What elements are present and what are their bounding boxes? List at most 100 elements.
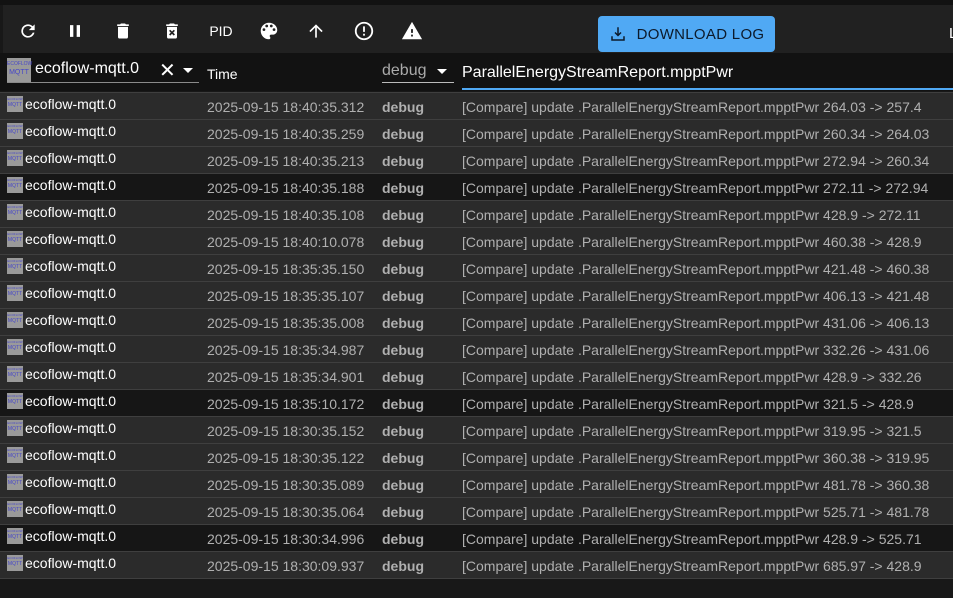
log-time: 2025-09-15 18:40:35.108 xyxy=(207,207,365,223)
log-level: debug xyxy=(382,261,424,277)
pause-button[interactable] xyxy=(63,19,87,43)
ecoflow-logo: ECOFLOW MQTT xyxy=(7,447,23,463)
log-message: [Compare] update .ParallelEnergyStreamRe… xyxy=(462,288,930,304)
log-level: debug xyxy=(382,207,424,223)
level-value: debug xyxy=(382,62,427,79)
scroll-up-button[interactable] xyxy=(304,19,328,43)
delete-button[interactable] xyxy=(111,19,135,43)
error-icon xyxy=(354,21,374,41)
log-level: debug xyxy=(382,288,424,304)
log-time: 2025-09-15 18:30:34.996 xyxy=(207,531,365,547)
log-source: ecoflow-mqtt.0 xyxy=(25,393,117,409)
log-message: [Compare] update .ParallelEnergyStreamRe… xyxy=(462,207,921,223)
log-source: ecoflow-mqtt.0 xyxy=(25,123,117,139)
log-level: debug xyxy=(382,369,424,385)
refresh-button[interactable] xyxy=(16,19,40,43)
ecoflow-logo: ECOFLOW MQTT xyxy=(7,555,23,571)
log-message: [Compare] update .ParallelEnergyStreamRe… xyxy=(462,153,930,169)
ecoflow-logo: ECOFLOW MQTT xyxy=(7,312,23,328)
ecoflow-logo: ECOFLOW MQTT xyxy=(7,150,23,166)
log-level: debug xyxy=(382,558,424,574)
log-level: debug xyxy=(382,531,424,547)
log-source: ecoflow-mqtt.0 xyxy=(25,258,117,274)
log-row[interactable]: ECOFLOW MQTT ecoflow-mqtt.0 2025-09-15 18… xyxy=(0,254,953,281)
download-icon xyxy=(610,27,625,41)
log-row[interactable]: ECOFLOW MQTT ecoflow-mqtt.0 2025-09-15 18… xyxy=(0,308,953,335)
log-source: ecoflow-mqtt.0 xyxy=(25,150,117,166)
log-row[interactable]: ECOFLOW MQTT ecoflow-mqtt.0 2025-09-15 18… xyxy=(0,443,953,470)
clear-source-icon[interactable]: ✕ xyxy=(159,58,176,83)
log-message: [Compare] update .ParallelEnergyStreamRe… xyxy=(462,531,922,547)
error-filter-button[interactable] xyxy=(352,19,376,43)
ecoflow-logo: ECOFLOW MQTT xyxy=(7,528,23,544)
log-row[interactable]: ECOFLOW MQTT ecoflow-mqtt.0 2025-09-15 18… xyxy=(0,92,953,119)
log-time: 2025-09-15 18:40:35.312 xyxy=(207,99,365,115)
log-row[interactable]: ECOFLOW MQTT ecoflow-mqtt.0 2025-09-15 18… xyxy=(0,281,953,308)
log-source: ecoflow-mqtt.0 xyxy=(25,474,117,490)
ecoflow-logo: ECOFLOW MQTT xyxy=(7,96,23,112)
source-value: ecoflow-mqtt.0 xyxy=(35,60,140,77)
log-row[interactable]: ECOFLOW MQTT ecoflow-mqtt.0 2025-09-15 18… xyxy=(0,524,953,551)
log-row[interactable]: ECOFLOW MQTT ecoflow-mqtt.0 2025-09-15 18… xyxy=(0,470,953,497)
log-row[interactable]: ECOFLOW MQTT ecoflow-mqtt.0 2025-09-15 18… xyxy=(0,362,953,389)
log-message: [Compare] update .ParallelEnergyStreamRe… xyxy=(462,99,922,115)
pause-icon xyxy=(70,25,80,37)
log-message: [Compare] update .ParallelEnergyStreamRe… xyxy=(462,396,914,412)
log-level: debug xyxy=(382,99,424,115)
download-log-button[interactable]: DOWNLOAD LOG xyxy=(598,16,775,52)
log-source: ecoflow-mqtt.0 xyxy=(25,420,117,436)
log-row[interactable]: ECOFLOW MQTT ecoflow-mqtt.0 2025-09-15 18… xyxy=(0,335,953,362)
log-level: debug xyxy=(382,153,424,169)
ecoflow-logo: ECOFLOW MQTT xyxy=(7,366,23,382)
log-message: [Compare] update .ParallelEnergyStreamRe… xyxy=(462,342,930,358)
palette-button[interactable] xyxy=(257,19,281,43)
log-time: 2025-09-15 18:30:35.122 xyxy=(207,450,365,466)
log-level: debug xyxy=(382,504,424,520)
warning-filter-button[interactable] xyxy=(400,19,424,43)
log-row[interactable]: ECOFLOW MQTT ecoflow-mqtt.0 2025-09-15 18… xyxy=(0,416,953,443)
log-row[interactable]: ECOFLOW MQTT ecoflow-mqtt.0 2025-09-15 18… xyxy=(0,146,953,173)
log-message: [Compare] update .ParallelEnergyStreamRe… xyxy=(462,126,930,142)
log-time: 2025-09-15 18:30:35.089 xyxy=(207,477,365,493)
log-level: debug xyxy=(382,450,424,466)
log-level: debug xyxy=(382,234,424,250)
log-message: [Compare] update .ParallelEnergyStreamRe… xyxy=(462,234,922,250)
delete-icon xyxy=(117,23,129,39)
chevron-down-icon[interactable] xyxy=(183,68,193,73)
log-message: [Compare] update .ParallelEnergyStreamRe… xyxy=(462,261,930,277)
log-level: debug xyxy=(382,126,424,142)
log-source: ecoflow-mqtt.0 xyxy=(25,528,117,544)
log-source: ecoflow-mqtt.0 xyxy=(25,339,117,355)
log-row[interactable]: ECOFLOW MQTT ecoflow-mqtt.0 2025-09-15 18… xyxy=(0,200,953,227)
pid-label: PID xyxy=(209,23,233,39)
message-filter-input[interactable]: ParallelEnergyStreamReport.mpptPwr xyxy=(462,57,953,90)
chevron-down-icon xyxy=(437,69,447,74)
ecoflow-logo: ECOFLOW MQTT xyxy=(7,231,23,247)
log-source: ecoflow-mqtt.0 xyxy=(25,501,117,517)
source-select[interactable]: ECOFLOW MQTT ecoflow-mqtt.0 ✕ xyxy=(7,58,199,83)
log-time: 2025-09-15 18:30:35.152 xyxy=(207,423,365,439)
log-source: ecoflow-mqtt.0 xyxy=(25,204,117,220)
log-time: 2025-09-15 18:30:09.937 xyxy=(207,558,365,574)
log-message: [Compare] update .ParallelEnergyStreamRe… xyxy=(462,315,930,331)
ecoflow-logo: ECOFLOW MQTT xyxy=(7,58,32,82)
log-row[interactable]: ECOFLOW MQTT ecoflow-mqtt.0 2025-09-15 18… xyxy=(0,173,953,200)
log-time: 2025-09-15 18:40:35.213 xyxy=(207,153,365,169)
log-source: ecoflow-mqtt.0 xyxy=(25,447,117,463)
ecoflow-logo: ECOFLOW MQTT xyxy=(7,177,23,193)
arrow-up-icon xyxy=(309,24,323,38)
log-row[interactable]: ECOFLOW MQTT ecoflow-mqtt.0 2025-09-15 18… xyxy=(0,551,953,578)
ecoflow-logo: ECOFLOW MQTT xyxy=(7,258,23,274)
level-select[interactable]: debug xyxy=(382,58,454,83)
log-time: 2025-09-15 18:40:10.078 xyxy=(207,234,365,250)
pid-button[interactable]: PID xyxy=(206,19,236,43)
log-message: [Compare] update .ParallelEnergyStreamRe… xyxy=(462,423,922,439)
log-row[interactable]: ECOFLOW MQTT ecoflow-mqtt.0 2025-09-15 18… xyxy=(0,227,953,254)
log-row[interactable]: ECOFLOW MQTT ecoflow-mqtt.0 2025-09-15 18… xyxy=(0,119,953,146)
delete-forever-button[interactable] xyxy=(160,19,184,43)
log-message: [Compare] update .ParallelEnergyStreamRe… xyxy=(462,504,930,520)
log-row[interactable]: ECOFLOW MQTT ecoflow-mqtt.0 2025-09-15 18… xyxy=(0,389,953,416)
log-message: [Compare] update .ParallelEnergyStreamRe… xyxy=(462,369,922,385)
log-row[interactable]: ECOFLOW MQTT ecoflow-mqtt.0 2025-09-15 18… xyxy=(0,497,953,524)
log-level: debug xyxy=(382,396,424,412)
